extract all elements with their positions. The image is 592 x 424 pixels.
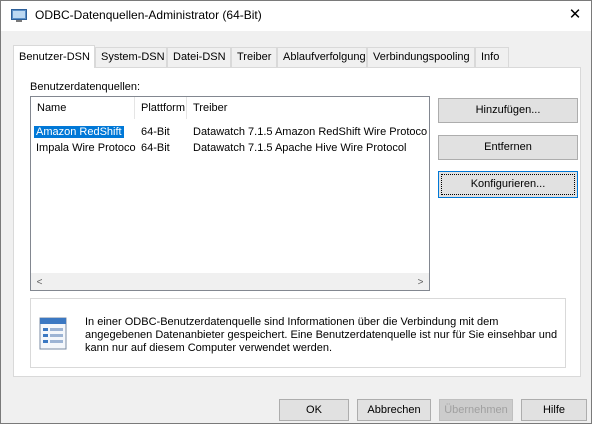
tab-benutzer-dsn[interactable]: Benutzer-DSN (13, 45, 95, 68)
tab-panel-benutzer-dsn: Benutzerdatenquellen: Name Plattform Tre… (13, 67, 581, 377)
horizontal-scrollbar[interactable]: < > (31, 273, 429, 290)
window-title: ODBC-Datenquellen-Administrator (64-Bit) (35, 8, 262, 22)
list-header: Name Plattform Treiber (31, 97, 429, 119)
tab-datei-dsn[interactable]: Datei-DSN (167, 47, 231, 67)
tab-treiber[interactable]: Treiber (231, 47, 277, 67)
odbc-app-icon (11, 9, 27, 22)
ok-button[interactable]: OK (279, 399, 349, 421)
odbc-admin-window: ODBC-Datenquellen-Administrator (64-Bit)… (0, 0, 592, 424)
list-item[interactable]: Impala Wire Protocol 64-Bit Datawatch 7.… (31, 141, 429, 156)
section-label: Benutzerdatenquellen: (30, 81, 141, 93)
cancel-button[interactable]: Abbrechen (357, 399, 431, 421)
tab-label: Benutzer-DSN (19, 51, 90, 63)
tab-label: Ablaufverfolgung (283, 51, 366, 63)
title-bar: ODBC-Datenquellen-Administrator (64-Bit)… (1, 1, 591, 31)
scroll-right-button[interactable]: > (412, 274, 429, 290)
tab-label: System-DSN (101, 51, 165, 63)
tab-info[interactable]: Info (475, 47, 509, 67)
focus-rect (441, 174, 575, 195)
data-source-list[interactable]: Name Plattform Treiber Amazon RedShift 6… (30, 96, 430, 291)
tab-ablaufverfolgung[interactable]: Ablaufverfolgung (277, 47, 367, 67)
list-item[interactable]: Amazon RedShift 64-Bit Datawatch 7.1.5 A… (31, 125, 429, 140)
info-description: In einer ODBC-Benutzerdatenquelle sind I… (85, 316, 558, 354)
column-header-name[interactable]: Name (31, 97, 135, 119)
remove-button-label: Entfernen (484, 141, 532, 153)
ok-button-label: OK (306, 404, 322, 416)
tab-verbindungspooling[interactable]: Verbindungspooling (367, 47, 475, 67)
apply-button: Übernehmen (439, 399, 513, 421)
info-box: In einer ODBC-Benutzerdatenquelle sind I… (30, 298, 566, 368)
scroll-left-button[interactable]: < (31, 274, 48, 290)
tab-label: Info (481, 51, 500, 63)
tab-label: Datei-DSN (173, 51, 226, 63)
remove-button[interactable]: Entfernen (438, 135, 578, 160)
item-name: Amazon RedShift (34, 126, 124, 138)
item-driver: Datawatch 7.1.5 Amazon RedShift Wire Pro… (193, 126, 428, 138)
configure-button[interactable]: Konfigurieren... (438, 171, 578, 198)
tab-system-dsn[interactable]: System-DSN (95, 47, 167, 67)
item-platform: 64-Bit (141, 142, 170, 154)
item-name: Impala Wire Protocol (36, 142, 136, 154)
add-button-label: Hinzufügen... (475, 104, 541, 116)
item-driver: Datawatch 7.1.5 Apache Hive Wire Protoco… (193, 142, 407, 154)
add-button[interactable]: Hinzufügen... (438, 98, 578, 123)
apply-button-label: Übernehmen (444, 404, 508, 416)
chevron-left-icon: < (36, 277, 43, 288)
column-header-driver[interactable]: Treiber (187, 97, 429, 119)
chevron-right-icon: > (417, 277, 424, 288)
tab-label: Treiber (237, 51, 272, 63)
close-button[interactable]: ✕ (559, 1, 591, 31)
data-source-info-icon (39, 317, 67, 350)
item-platform: 64-Bit (141, 126, 170, 138)
cancel-button-label: Abbrechen (367, 404, 421, 416)
tab-label: Verbindungspooling (373, 51, 470, 63)
help-button-label: Hilfe (542, 404, 565, 416)
column-header-platform[interactable]: Plattform (135, 97, 187, 119)
help-button[interactable]: Hilfe (521, 399, 587, 421)
close-icon: ✕ (568, 6, 582, 23)
